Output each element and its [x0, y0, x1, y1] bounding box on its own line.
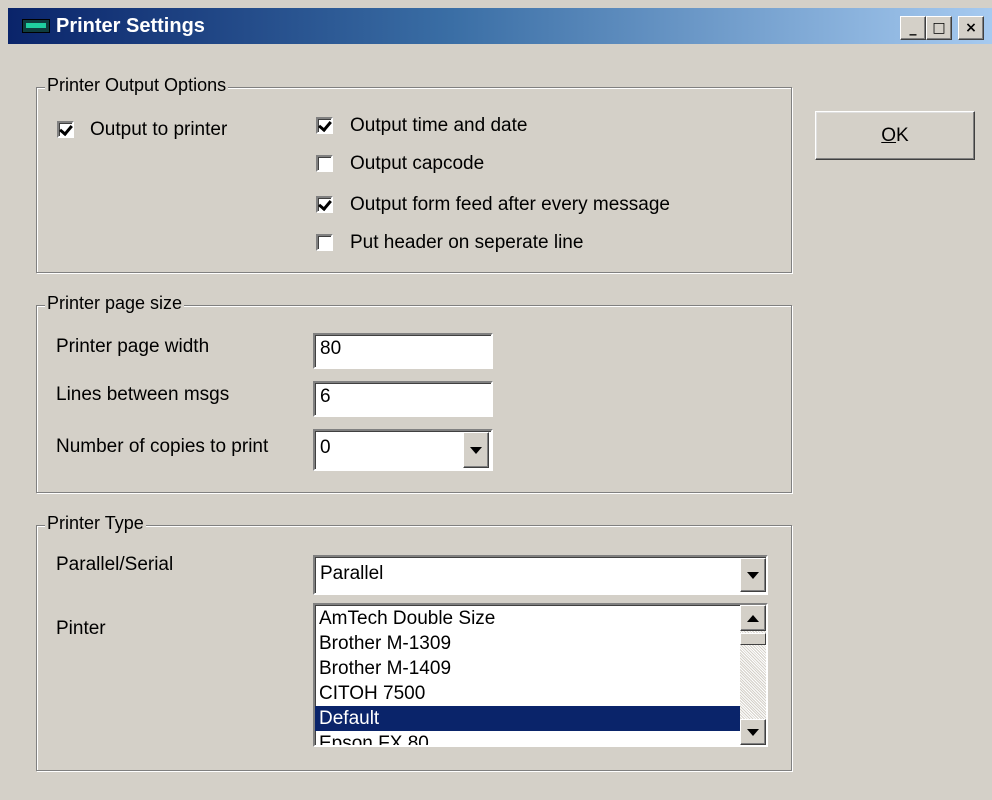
scroll-thumb[interactable] [740, 633, 766, 645]
parallel-serial-select[interactable]: Parallel [313, 555, 768, 595]
ok-button[interactable]: OK [815, 111, 975, 160]
copies-label: Number of copies to print [56, 436, 269, 457]
printer-list-item[interactable]: Brother M-1309 [315, 631, 740, 656]
header-separate-line-label[interactable]: Put header on seperate line [350, 232, 583, 254]
printer-list-scrollbar[interactable] [740, 605, 766, 745]
group-label-output-options: Printer Output Options [45, 75, 229, 96]
printer-list-item[interactable]: AmTech Double Size [315, 606, 740, 631]
parallel-serial-dropdown-arrow[interactable] [740, 558, 766, 592]
printer-list-item[interactable]: Epson FX 80 [315, 731, 740, 745]
printer-list: AmTech Double Size Brother M-1309 Brother … [315, 606, 740, 745]
printer-label: Pinter [56, 618, 106, 639]
ok-button-label: OK [881, 125, 909, 146]
window-title: Printer Settings [56, 15, 205, 37]
output-form-feed-checkbox[interactable] [316, 196, 333, 213]
page-width-input[interactable]: 80 [313, 333, 493, 369]
output-form-feed-label[interactable]: Output form feed after every message [350, 194, 670, 216]
title-bar[interactable]: Printer Settings _ □ × [8, 8, 992, 44]
lines-between-label: Lines between msgs [56, 384, 230, 405]
chevron-up-icon [747, 614, 759, 622]
output-time-date-checkbox[interactable] [316, 117, 333, 134]
page-width-label: Printer page width [56, 336, 210, 357]
group-label-printer-type: Printer Type [45, 513, 146, 534]
output-to-printer-checkbox[interactable] [57, 121, 74, 138]
output-capcode-label[interactable]: Output capcode [350, 153, 484, 175]
monitor-icon [22, 19, 50, 33]
parallel-serial-label: Parallel/Serial [56, 554, 174, 575]
scroll-up-button[interactable] [740, 605, 766, 631]
printer-listbox[interactable]: AmTech Double Size Brother M-1309 Brother … [313, 603, 768, 747]
scroll-down-button[interactable] [740, 719, 766, 745]
printer-list-item[interactable]: Default [315, 706, 740, 731]
minimize-button[interactable]: _ [900, 16, 926, 40]
printer-list-item[interactable]: Brother M-1409 [315, 656, 740, 681]
chevron-down-icon [747, 571, 759, 579]
chevron-down-icon [747, 728, 759, 736]
group-label-page-size: Printer page size [45, 293, 185, 314]
lines-between-input[interactable]: 6 [313, 381, 493, 417]
output-time-date-label[interactable]: Output time and date [350, 115, 527, 137]
copies-select-value: 0 [320, 437, 331, 458]
chevron-down-icon [470, 446, 482, 454]
output-to-printer-label[interactable]: Output to printer [90, 119, 227, 141]
maximize-button[interactable]: □ [926, 16, 952, 40]
header-separate-line-checkbox[interactable] [316, 234, 333, 251]
printer-list-item[interactable]: CITOH 7500 [315, 681, 740, 706]
output-capcode-checkbox[interactable] [316, 155, 333, 172]
copies-dropdown-arrow[interactable] [463, 432, 489, 468]
parallel-serial-value: Parallel [320, 563, 384, 584]
close-button[interactable]: × [958, 16, 984, 40]
